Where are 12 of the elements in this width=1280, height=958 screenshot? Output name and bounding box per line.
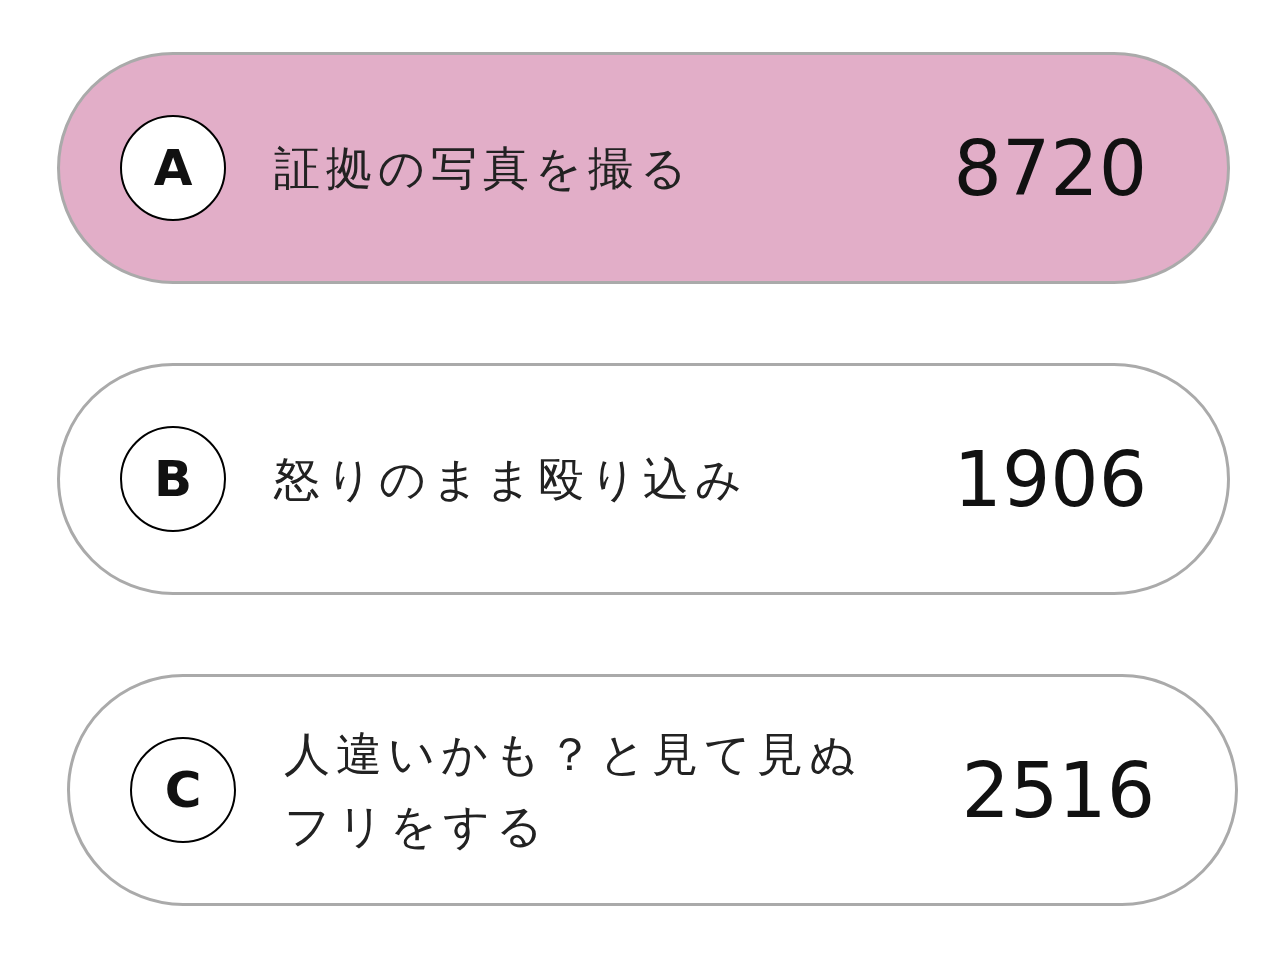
option-label: 証拠の写真を撮る: [274, 140, 694, 197]
option-letter: C: [130, 737, 236, 843]
vote-count: 1906: [953, 434, 1147, 524]
option-label: 怒りのまま殴り込み: [274, 451, 749, 508]
option-letter: B: [120, 426, 226, 532]
answer-option[interactable]: B 怒りのまま殴り込み 1906: [57, 363, 1230, 595]
vote-count: 8720: [953, 123, 1147, 213]
option-letter: A: [120, 115, 226, 221]
answer-option[interactable]: C 人違いかも？と見て見ぬフリをする 2516: [67, 674, 1238, 906]
option-label: 人違いかも？と見て見ぬフリをする: [284, 726, 863, 855]
answer-option[interactable]: A 証拠の写真を撮る 8720: [57, 52, 1230, 284]
vote-count: 2516: [961, 745, 1155, 835]
